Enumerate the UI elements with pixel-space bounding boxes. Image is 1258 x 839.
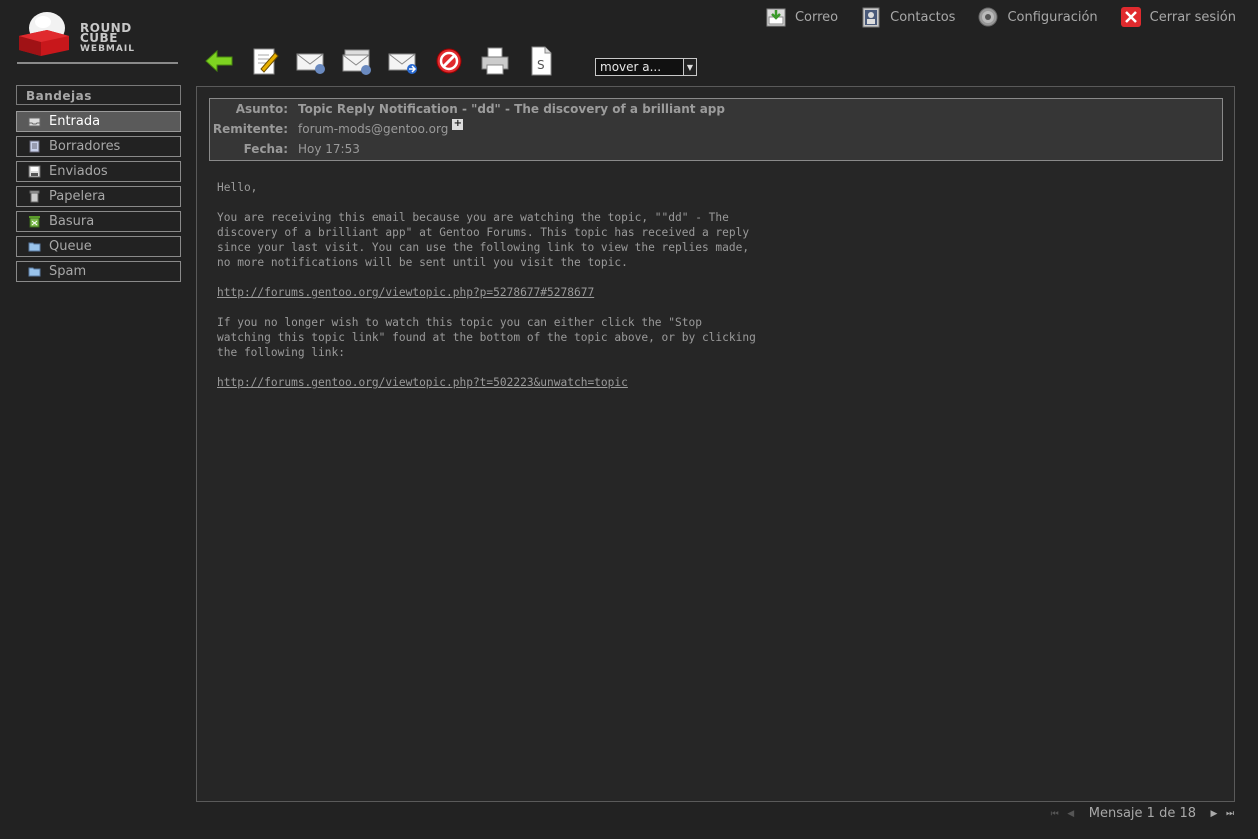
folders-header: Bandejas [16,85,181,105]
folder-junk[interactable]: Basura [16,211,181,232]
first-page-icon[interactable]: ⏮ [1049,808,1061,820]
reply-all-button[interactable] [334,44,380,78]
reply-all-icon [342,49,371,75]
nav-logout-label: Cerrar sesión [1149,9,1236,25]
forward-button[interactable] [380,44,426,78]
folder-trash[interactable]: Papelera [16,186,181,207]
message-headers: Asunto: Topic Reply Notification - "dd" … [209,98,1223,161]
nav-mail[interactable]: Correo [765,5,838,29]
from-value[interactable]: forum-mods@gentoo.org [298,119,448,139]
nav-contacts[interactable]: Contactos [860,5,955,29]
subject-label: Asunto: [235,102,288,116]
last-page-icon[interactable]: ⏭ [1224,808,1236,820]
top-navigation: Correo Contactos Configuración Cerrar se… [765,5,1236,29]
header-subject-row: Asunto: Topic Reply Notification - "dd" … [210,99,725,119]
subject-value: Topic Reply Notification - "dd" - The di… [298,102,725,116]
reply-icon [296,53,325,74]
logo-text-webmail: WEBMAIL [80,44,135,54]
folder-label: Spam [49,264,87,279]
folder-label: Queue [49,239,92,254]
body-greeting: Hello, [217,181,258,194]
folder-spam[interactable]: Spam [16,261,181,282]
view-source-icon: S [531,46,552,76]
folder-inbox[interactable]: Entrada [16,111,181,132]
print-icon [481,47,509,75]
folder-label: Enviados [49,164,108,179]
header-date-row: Fecha: Hoy 17:53 [210,139,360,159]
from-label: Remitente: [212,122,288,136]
nav-logout[interactable]: Cerrar sesión [1120,5,1236,29]
unwatch-link[interactable]: http://forums.gentoo.org/viewtopic.php?t… [217,376,628,389]
drafts-icon [29,140,40,153]
back-arrow-icon [205,49,233,73]
body-paragraph: If you no longer wish to watch this topi… [217,316,756,359]
folder-icon [28,267,41,277]
mail-icon [766,8,786,27]
chevron-down-icon: ▼ [683,59,696,75]
folder-queue[interactable]: Queue [16,236,181,257]
logout-icon [1120,7,1141,27]
folder-label: Borradores [49,139,121,154]
contacts-icon [862,7,880,28]
move-to-folder-select[interactable]: mover a... ▼ [595,58,697,76]
date-label: Fecha: [243,142,288,156]
message-frame: Asunto: Topic Reply Notification - "dd" … [196,86,1235,802]
header-from-row: Remitente: forum-mods@gentoo.org + [210,119,464,139]
delete-icon [436,48,462,74]
trash-icon [29,190,40,203]
roundcube-logo[interactable]: ROUND CUBE WEBMAIL [17,10,179,65]
date-value: Hoy 17:53 [298,142,360,156]
delete-button[interactable] [426,44,472,78]
back-button[interactable] [196,44,242,78]
next-page-icon[interactable]: ▶ [1208,808,1220,820]
move-to-folder-value: mover a... [600,60,662,74]
folder-label: Basura [49,214,95,229]
logo-cube-icon [19,12,69,56]
gear-icon [978,7,998,27]
nav-settings-label: Configuración [1007,9,1098,25]
pager-text: Mensaje 1 de 18 [1088,806,1196,821]
sent-icon [28,165,41,178]
junk-icon [29,216,40,228]
folder-list: Entrada Borradores Enviados Papelera Bas… [16,111,181,286]
reply-button[interactable] [288,44,334,78]
nav-settings[interactable]: Configuración [977,5,1098,29]
folder-label: Entrada [49,114,101,129]
folder-drafts[interactable]: Borradores [16,136,181,157]
nav-contacts-label: Contactos [890,9,956,25]
add-contact-icon[interactable]: + [452,119,464,130]
svg-text:S: S [537,58,545,72]
message-body: Hello, You are receiving this email becau… [217,180,756,405]
folder-label: Papelera [49,189,106,204]
view-source-button[interactable]: S [518,44,564,78]
folder-sent[interactable]: Enviados [16,161,181,182]
print-button[interactable] [472,44,518,78]
body-link[interactable]: http://forums.gentoo.org/viewtopic.php?p… [217,286,594,299]
prev-page-icon[interactable]: ◀ [1065,808,1077,820]
logo-divider [17,62,178,64]
inbox-icon [28,117,41,127]
compose-button[interactable] [242,44,288,78]
nav-mail-label: Correo [794,9,839,25]
folder-icon [28,242,41,252]
forward-icon [388,53,417,74]
compose-icon [253,48,279,75]
body-paragraph: You are receiving this email because you… [217,211,750,269]
message-toolbar: S mover a... ▼ [196,44,697,78]
message-pager: ⏮ ◀ Mensaje 1 de 18 ▶ ⏭ [1049,806,1236,821]
